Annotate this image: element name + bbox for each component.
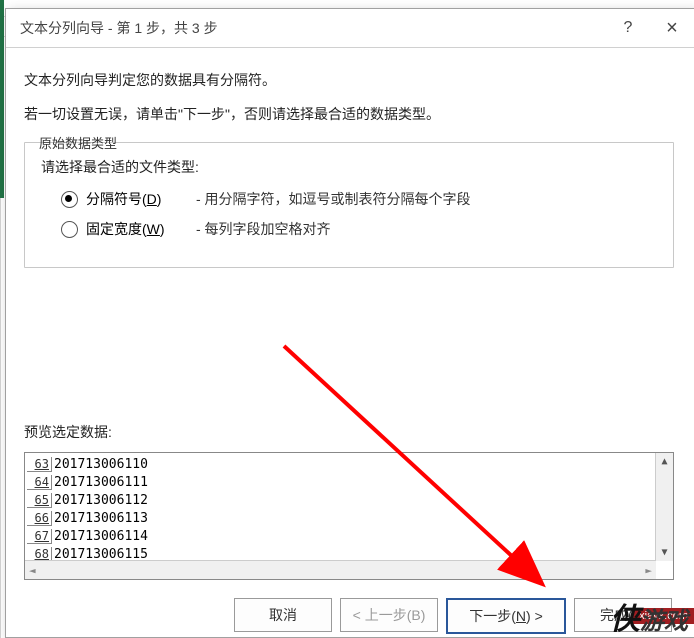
preview-row: 67201713006114 xyxy=(25,527,673,545)
preview-row-number: 63 xyxy=(27,457,52,472)
preview-row-value: 201713006113 xyxy=(52,511,148,526)
preview-row-value: 201713006110 xyxy=(52,457,148,472)
horizontal-scrollbar[interactable]: ◄ ► xyxy=(25,560,656,579)
radio-delimited-desc: - 用分隔字符，如逗号或制表符分隔每个字段 xyxy=(196,189,471,209)
close-button[interactable]: × xyxy=(650,9,694,47)
dialog-title: 文本分列向导 - 第 1 步，共 3 步 xyxy=(6,18,606,38)
preview-row: 63201713006110 xyxy=(25,455,673,473)
preview-row-value: 201713006114 xyxy=(52,529,148,544)
vertical-scrollbar[interactable]: ▲ ▼ xyxy=(655,453,673,561)
preview-row-value: 201713006112 xyxy=(52,493,148,508)
radio-delimited[interactable]: 分隔符号(D) - 用分隔字符，如逗号或制表符分隔每个字段 xyxy=(61,189,657,209)
back-button: < 上一步(B) xyxy=(340,598,438,632)
preview-row: 66201713006113 xyxy=(25,509,673,527)
dialog-body: 文本分列向导判定您的数据具有分隔符。 若一切设置无误，请单击"下一步"，否则请选… xyxy=(6,48,694,638)
preview-row-number: 65 xyxy=(27,493,52,508)
titlebar: 文本分列向导 - 第 1 步，共 3 步 ? × xyxy=(6,9,694,48)
selection-indicator xyxy=(0,0,4,198)
radio-delimited-label: 分隔符号(D) xyxy=(86,189,178,209)
preview-row-number: 64 xyxy=(27,475,52,490)
button-row: 取消 < 上一步(B) 下一步(N) > 完成(F) xyxy=(24,598,674,634)
radio-fixed-width-desc: - 每列字段加空格对齐 xyxy=(196,219,331,239)
original-data-type-fieldset: 原始数据类型 请选择最合适的文件类型: 分隔符号(D) - 用分隔字符，如逗号或… xyxy=(24,142,674,268)
next-button[interactable]: 下一步(N) > xyxy=(446,598,566,634)
scroll-down-icon[interactable]: ▼ xyxy=(656,544,673,561)
radio-fixed-width-input[interactable] xyxy=(61,221,78,238)
radio-fixed-width-label: 固定宽度(W) xyxy=(86,219,178,239)
preview-rows: 6320171300611064201713006111652017130061… xyxy=(25,453,673,563)
scroll-right-icon[interactable]: ► xyxy=(645,564,656,577)
preview-row-value: 201713006111 xyxy=(52,475,148,490)
text-to-columns-wizard-dialog: 文本分列向导 - 第 1 步，共 3 步 ? × 文本分列向导判定您的数据具有分… xyxy=(5,8,694,638)
scroll-left-icon[interactable]: ◄ xyxy=(25,564,36,577)
finish-button[interactable]: 完成(F) xyxy=(574,598,672,632)
preview-row: 65201713006112 xyxy=(25,491,673,509)
radio-fixed-width[interactable]: 固定宽度(W) - 每列字段加空格对齐 xyxy=(61,219,657,239)
scroll-up-icon[interactable]: ▲ xyxy=(656,453,673,470)
cancel-button[interactable]: 取消 xyxy=(234,598,332,632)
radio-delimited-input[interactable] xyxy=(61,191,78,208)
preview-box: 6320171300611064201713006111652017130061… xyxy=(24,452,674,580)
preview-row-number: 67 xyxy=(27,529,52,544)
preview-label: 预览选定数据: xyxy=(24,422,674,442)
intro-line-1: 文本分列向导判定您的数据具有分隔符。 xyxy=(24,70,674,90)
preview-row: 64201713006111 xyxy=(25,473,673,491)
preview-row-number: 66 xyxy=(27,511,52,526)
choose-file-type-label: 请选择最合适的文件类型: xyxy=(41,157,657,177)
help-button[interactable]: ? xyxy=(606,9,650,47)
intro-line-2: 若一切设置无误，请单击"下一步"，否则请选择最合适的数据类型。 xyxy=(24,104,674,124)
